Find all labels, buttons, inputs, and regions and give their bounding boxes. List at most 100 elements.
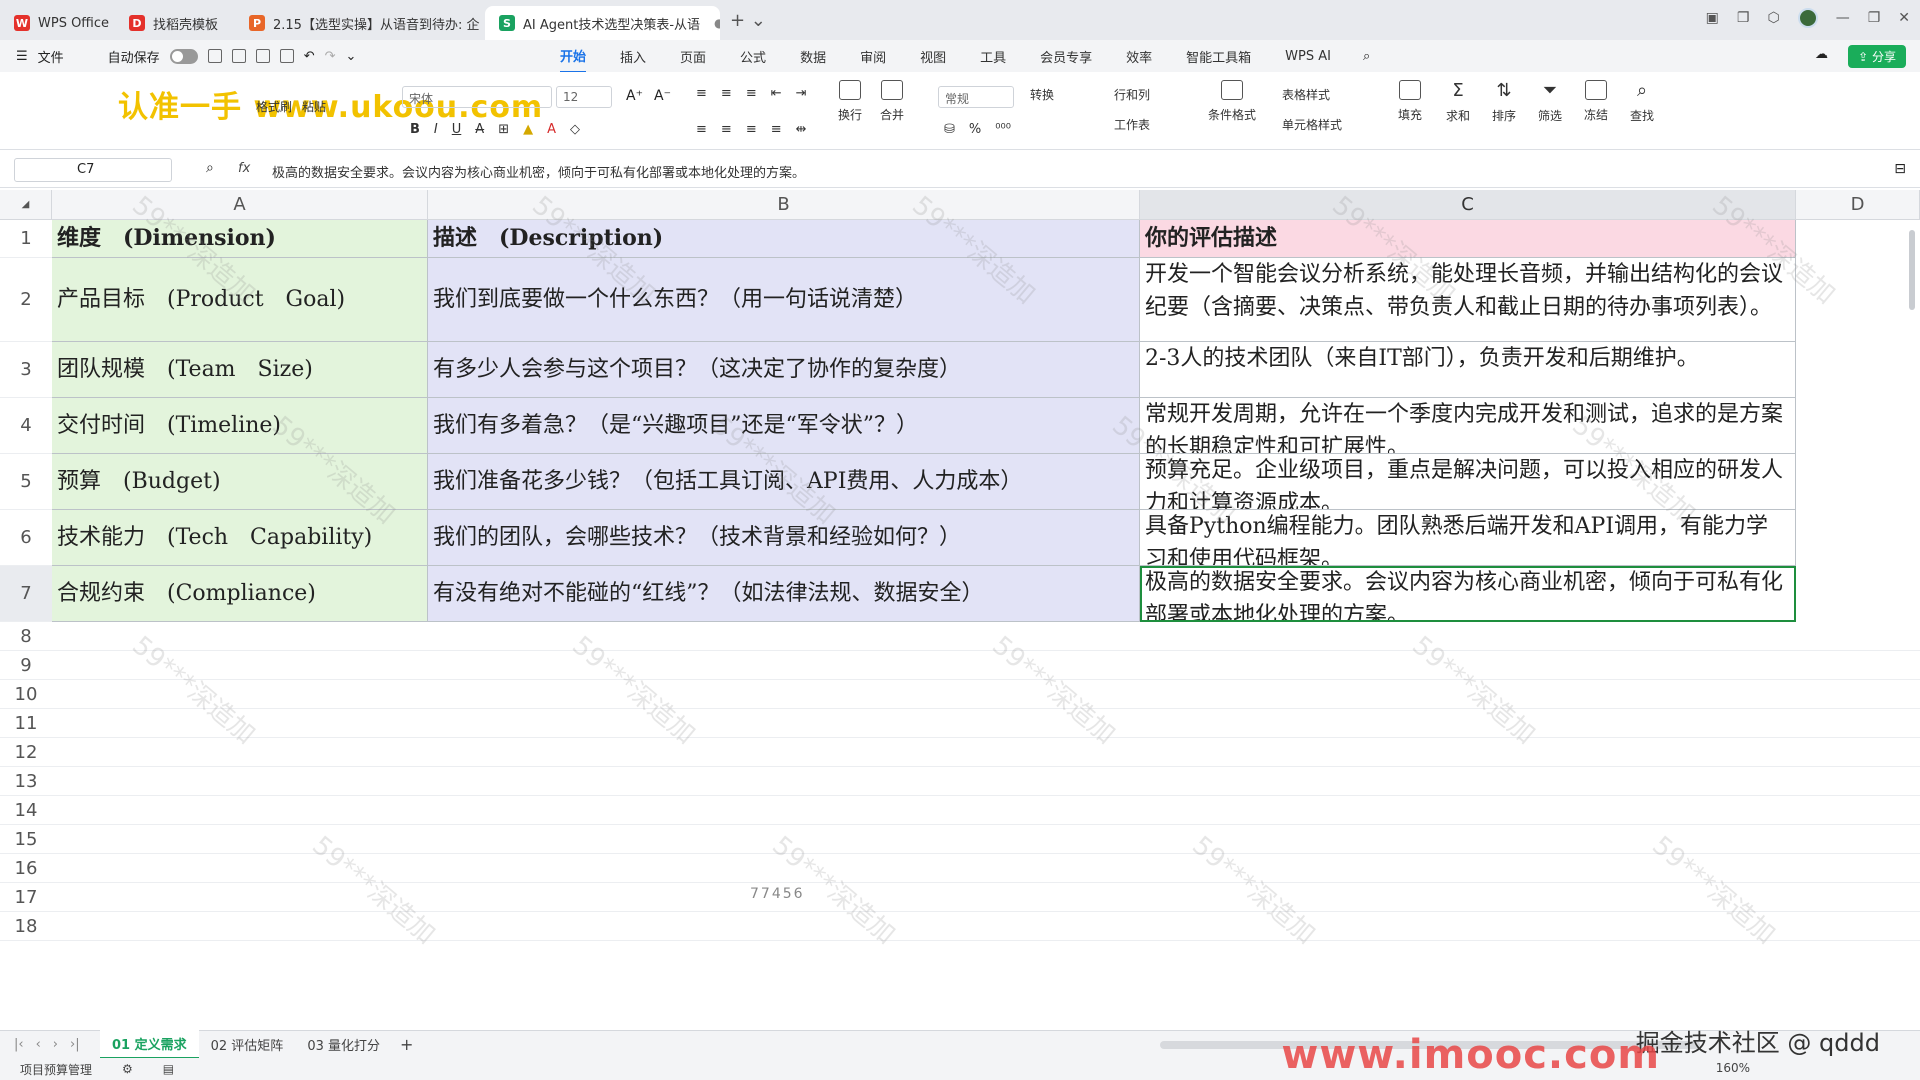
currency-icon[interactable]: ⛁ [944, 122, 955, 137]
row-header-4[interactable]: 4 [0, 398, 52, 454]
find-button[interactable]: ⌕ 查找 [1630, 80, 1654, 124]
row-header-1[interactable]: 1 [0, 220, 52, 258]
row-header-2[interactable]: 2 [0, 258, 52, 342]
next-sheet-icon[interactable]: › [53, 1037, 58, 1052]
first-sheet-icon[interactable]: |‹ [14, 1037, 24, 1052]
align-bottom-icon[interactable]: ≡ [746, 86, 757, 101]
conditional-format-button[interactable]: 条件格式 [1208, 80, 1256, 123]
menu-item-3[interactable]: 公式 [740, 41, 766, 72]
align-middle-icon[interactable]: ≡ [721, 86, 732, 101]
hamburger-icon[interactable]: ☰ [16, 49, 28, 64]
row-header-3[interactable]: 3 [0, 342, 52, 398]
cell-a7[interactable]: 合规约束 (Compliance) [52, 566, 428, 622]
border-icon[interactable]: ⊞ [498, 122, 509, 137]
merge-button[interactable]: 合并 [880, 80, 904, 123]
row-header-18[interactable]: 18 [0, 912, 52, 941]
tab-docer-templates[interactable]: D 找稻壳模板 [115, 6, 235, 40]
freeze-button[interactable]: 冻结 [1584, 80, 1608, 123]
minimize-icon[interactable]: — [1836, 10, 1850, 26]
font-size-select[interactable]: 12 [556, 86, 612, 108]
status-project[interactable]: 项目预算管理 [20, 1061, 92, 1078]
table-style-button[interactable]: 表格样式 [1282, 86, 1330, 103]
font-name-select[interactable]: 宋体 [402, 86, 552, 108]
close-window-icon[interactable]: ✕ [1898, 10, 1910, 26]
cell-a5[interactable]: 预算 (Budget) [52, 454, 428, 510]
justify-icon[interactable]: ≡ [771, 122, 782, 137]
screenshot-icon[interactable]: ▣ [1706, 10, 1719, 26]
indent-increase-icon[interactable]: ⇥ [796, 86, 807, 101]
align-center-icon[interactable]: ≡ [721, 122, 732, 137]
new-tab-icon[interactable]: + ⌄ [730, 10, 766, 31]
tab-wps-office[interactable]: W WPS Office [0, 6, 115, 40]
cell-a1[interactable]: 维度 (Dimension) [52, 220, 428, 258]
cell-c1[interactable]: 你的评估描述 [1140, 220, 1796, 258]
row-header-17[interactable]: 17 [0, 883, 52, 912]
more-quick-icon[interactable]: ⌄ [346, 49, 357, 64]
indent-decrease-icon[interactable]: ⇤ [771, 86, 782, 101]
convert-button[interactable]: 转换 [1030, 86, 1054, 103]
zoom-level[interactable]: 160% [1716, 1061, 1750, 1075]
file-menu[interactable]: 文件 [38, 47, 64, 66]
cell-b5[interactable]: 我们准备花多少钱？（包括工具订阅、API费用、人力成本） [428, 454, 1140, 510]
cell-a6[interactable]: 技术能力 (Tech Capability) [52, 510, 428, 566]
save-icon[interactable] [207, 49, 222, 63]
italic-icon[interactable]: I [434, 122, 438, 137]
percent-icon[interactable]: % [969, 122, 981, 137]
align-right-icon[interactable]: ≡ [746, 122, 757, 137]
column-header-d[interactable]: D [1796, 190, 1920, 220]
macro-icon[interactable]: ⚙ [122, 1062, 133, 1076]
cell-style-button[interactable]: 单元格样式 [1282, 116, 1342, 133]
last-sheet-icon[interactable]: ›| [70, 1037, 80, 1052]
cell-b2[interactable]: 我们到底要做一个什么东西？（用一句话说清楚） [428, 258, 1140, 342]
export-pdf-icon[interactable] [231, 49, 246, 63]
number-format-select[interactable]: 常规 [938, 86, 1014, 108]
vertical-scrollbar[interactable] [1908, 230, 1916, 1020]
row-header-10[interactable]: 10 [0, 680, 52, 709]
thousands-icon[interactable]: ⁰⁰⁰ [995, 122, 1011, 137]
rows-cols-button[interactable]: 行和列 [1114, 86, 1150, 103]
row-header-11[interactable]: 11 [0, 709, 52, 738]
menu-item-8[interactable]: 会员专享 [1040, 41, 1092, 72]
redo-icon[interactable]: ↷ [325, 49, 336, 64]
menu-item-6[interactable]: 视图 [920, 41, 946, 72]
underline-icon[interactable]: U [452, 122, 462, 137]
undo-icon[interactable]: ↶ [304, 49, 315, 64]
strikethrough-icon[interactable]: A [475, 122, 484, 137]
menu-item-1[interactable]: 插入 [620, 41, 646, 72]
wrap-text-button[interactable]: 换行 [838, 80, 862, 123]
share-button[interactable]: ⇪ 分享 [1848, 45, 1906, 68]
cell-c4[interactable]: 常规开发周期，允许在一个季度内完成开发和测试，追求的是方案的长期稳定性和可扩展性… [1140, 398, 1796, 454]
sheet-tab-matrix[interactable]: 02 评估矩阵 [199, 1031, 296, 1058]
print-preview-icon[interactable] [279, 49, 294, 63]
menu-item-11[interactable]: WPS AI [1285, 43, 1331, 70]
avatar[interactable] [1797, 8, 1818, 28]
column-header-a[interactable]: A [52, 190, 428, 220]
row-header-9[interactable]: 9 [0, 651, 52, 680]
format-painter-button[interactable]: 格式刷 [256, 98, 292, 115]
cell-a4[interactable]: 交付时间 (Timeline) [52, 398, 428, 454]
row-header-8[interactable]: 8 [0, 622, 52, 651]
menu-item-7[interactable]: 工具 [980, 41, 1006, 72]
filter-button[interactable]: ⏷ 筛选 [1538, 80, 1562, 124]
expand-formula-icon[interactable]: ⊟ [1894, 161, 1906, 177]
fx-icon[interactable]: fx [238, 161, 250, 176]
fill-color-icon[interactable]: ▲ [523, 122, 533, 137]
search-menu-icon[interactable]: ⌕ [1363, 49, 1370, 64]
autosave-toggle[interactable] [169, 48, 198, 64]
select-all-corner[interactable]: ◢ [0, 190, 52, 220]
cell-b3[interactable]: 有多少人会参与这个项目？（这决定了协作的复杂度） [428, 342, 1140, 398]
align-left-icon[interactable]: ≡ [696, 122, 707, 137]
fill-button[interactable]: 填充 [1398, 80, 1422, 123]
cell-c2[interactable]: 开发一个智能会议分析系统，能处理长音频，并输出结构化的会议纪要（含摘要、决策点、… [1140, 258, 1796, 342]
row-header-6[interactable]: 6 [0, 510, 52, 566]
name-box[interactable]: C7 [14, 158, 172, 182]
sort-button[interactable]: ⇅ 排序 [1492, 80, 1516, 124]
menu-item-4[interactable]: 数据 [800, 41, 826, 72]
row-header-5[interactable]: 5 [0, 454, 52, 510]
paste-button[interactable]: 粘贴 [302, 98, 326, 115]
menu-item-5[interactable]: 审阅 [860, 41, 886, 72]
row-header-12[interactable]: 12 [0, 738, 52, 767]
cell-c3[interactable]: 2-3人的技术团队（来自IT部门），负责开发和后期维护。 [1140, 342, 1796, 398]
font-color-icon[interactable]: A [547, 122, 556, 137]
tab-active-spreadsheet[interactable]: S AI Agent技术选型决策表-从语 ● [485, 6, 720, 40]
